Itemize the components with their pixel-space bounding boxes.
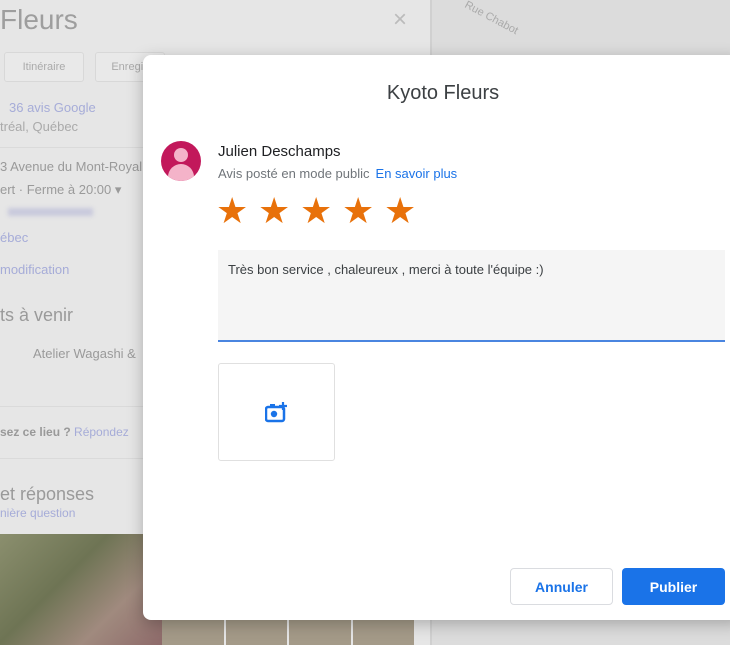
close-icon[interactable]: × [393, 6, 407, 34]
cancel-button[interactable]: Annuler [510, 568, 613, 605]
place-title: Fleurs [0, 4, 78, 35]
qa-heading: et réponses [0, 484, 95, 504]
directions-button[interactable]: Itinéraire [4, 52, 84, 82]
suggest-edit-link[interactable]: modification [0, 262, 69, 277]
user-name: Julien Deschamps [218, 143, 341, 160]
dialog-title: Kyoto Fleurs [386, 82, 500, 104]
city-text: tréal, Québec [0, 119, 79, 134]
phone-blurred [8, 208, 93, 216]
thumbnail[interactable] [352, 620, 414, 645]
star-icon[interactable]: ★ [258, 193, 294, 229]
event-item[interactable]: Atelier Wagashi & [33, 346, 136, 361]
answer-link[interactable]: Répondez [74, 425, 129, 439]
question-prompt: sez ce lieu ? Répondez [0, 425, 129, 439]
thumbnail[interactable] [162, 620, 224, 645]
publish-button[interactable]: Publier [622, 568, 725, 605]
add-photo-icon [264, 402, 287, 423]
add-photo-button[interactable] [218, 363, 335, 461]
photo-thumbnails [162, 620, 414, 645]
review-dialog: Kyoto Fleurs Julien Deschamps Avis posté… [143, 55, 730, 620]
star-icon[interactable]: ★ [300, 193, 336, 229]
thumbnail[interactable] [289, 620, 351, 645]
visibility-text: Avis posté en mode public [218, 166, 370, 181]
review-textarea[interactable]: Très bon service , chaleureux , merci à … [218, 250, 725, 342]
avatar [161, 141, 201, 181]
reviews-link[interactable]: 36 avis Google [9, 100, 96, 115]
first-question-link[interactable]: nière question [0, 506, 75, 520]
learn-more-link[interactable]: En savoir plus [376, 166, 458, 181]
star-icon[interactable]: ★ [384, 193, 420, 229]
region-text: ébec [0, 230, 29, 245]
thumbnail[interactable] [225, 620, 287, 645]
star-icon[interactable]: ★ [342, 193, 378, 229]
address-text: 3 Avenue du Mont-Royal [0, 159, 143, 174]
hours-text[interactable]: ert · Ferme à 20:00 ▾ [0, 182, 121, 198]
star-icon[interactable]: ★ [216, 193, 252, 229]
question-prompt-text: sez ce lieu ? [0, 425, 71, 439]
events-heading: ts à venir [0, 305, 74, 325]
visibility-note: Avis posté en mode public En savoir plus [218, 166, 457, 181]
place-photo[interactable] [0, 534, 162, 645]
star-rating: ★ ★ ★ ★ ★ [216, 193, 420, 229]
